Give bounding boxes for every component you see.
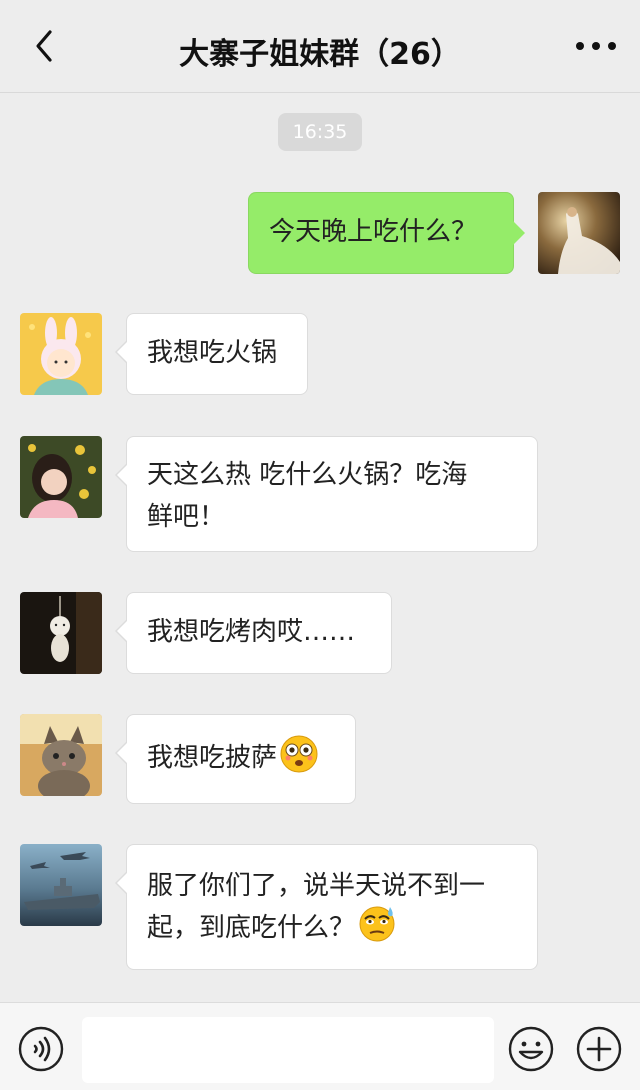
message-text: 起，到底吃什么？ xyxy=(147,913,356,943)
avatar-member[interactable] xyxy=(20,714,102,796)
message-input[interactable] xyxy=(82,1017,494,1083)
avatar-member[interactable] xyxy=(20,313,102,395)
plus-button[interactable] xyxy=(576,1026,622,1072)
more-dots-icon xyxy=(576,42,616,50)
plus-icon xyxy=(576,1026,622,1072)
avatar-member[interactable] xyxy=(20,592,102,674)
message-text-line-2: 鲜吧！ xyxy=(147,502,226,532)
message-text-line-2: 起，到底吃什么？ xyxy=(147,906,517,949)
avatar-member[interactable] xyxy=(20,436,102,518)
message-bubble-received[interactable]: 我想吃火锅 xyxy=(115,313,308,395)
chat-header: 大寨子姐妹群（26） xyxy=(0,0,640,93)
avatar-self[interactable] xyxy=(538,192,620,274)
message-bubble-received[interactable]: 我想吃披萨 xyxy=(115,714,356,804)
bride-photo-icon xyxy=(538,192,620,274)
message-text-line-1: 天这么热 吃什么火锅？吃海 xyxy=(147,460,468,490)
message-bubble-received[interactable]: 我想吃烤肉哎…… xyxy=(115,592,392,674)
input-bar xyxy=(0,1002,640,1090)
avatar-member[interactable] xyxy=(20,844,102,926)
voice-button[interactable] xyxy=(18,1026,64,1072)
message-text-line-1: 服了你们了，说半天说不到一 xyxy=(147,871,486,901)
chat-title: 大寨子姐妹群（26） xyxy=(179,37,461,72)
warship-aircraft-image-icon xyxy=(20,844,102,926)
girl-flowers-photo-icon xyxy=(20,436,102,518)
message-text: 今天晚上吃什么？ xyxy=(269,217,478,247)
emoji-smile-icon xyxy=(508,1026,554,1072)
kitten-photo-icon xyxy=(20,714,102,796)
sweat-eye-roll-face-icon xyxy=(359,906,395,941)
message-text: 我想吃烤肉哎…… xyxy=(147,617,356,647)
message-timestamp: 16:35 xyxy=(278,113,362,151)
white-doll-dark-photo-icon xyxy=(20,592,102,674)
message-bubble-sent[interactable]: 今天晚上吃什么？ xyxy=(248,192,525,274)
message-bubble-received[interactable]: 天这么热 吃什么火锅？吃海 鲜吧！ xyxy=(115,436,538,552)
bunny-girl-cartoon-icon xyxy=(20,313,102,395)
message-text: 我想吃披萨 xyxy=(147,743,278,773)
message-bubble-received[interactable]: 服了你们了，说半天说不到一 起，到底吃什么？ xyxy=(115,844,538,970)
emoji-button[interactable] xyxy=(508,1026,554,1072)
chat-screen: 大寨子姐妹群（26） 16:35 今天晚上吃什么？ 我想吃火锅 天这么热 吃什么… xyxy=(0,0,640,1090)
more-button[interactable] xyxy=(574,36,618,56)
message-text: 我想吃火锅 xyxy=(147,338,278,368)
astonished-face-icon xyxy=(280,735,318,772)
voice-icon xyxy=(18,1026,64,1072)
